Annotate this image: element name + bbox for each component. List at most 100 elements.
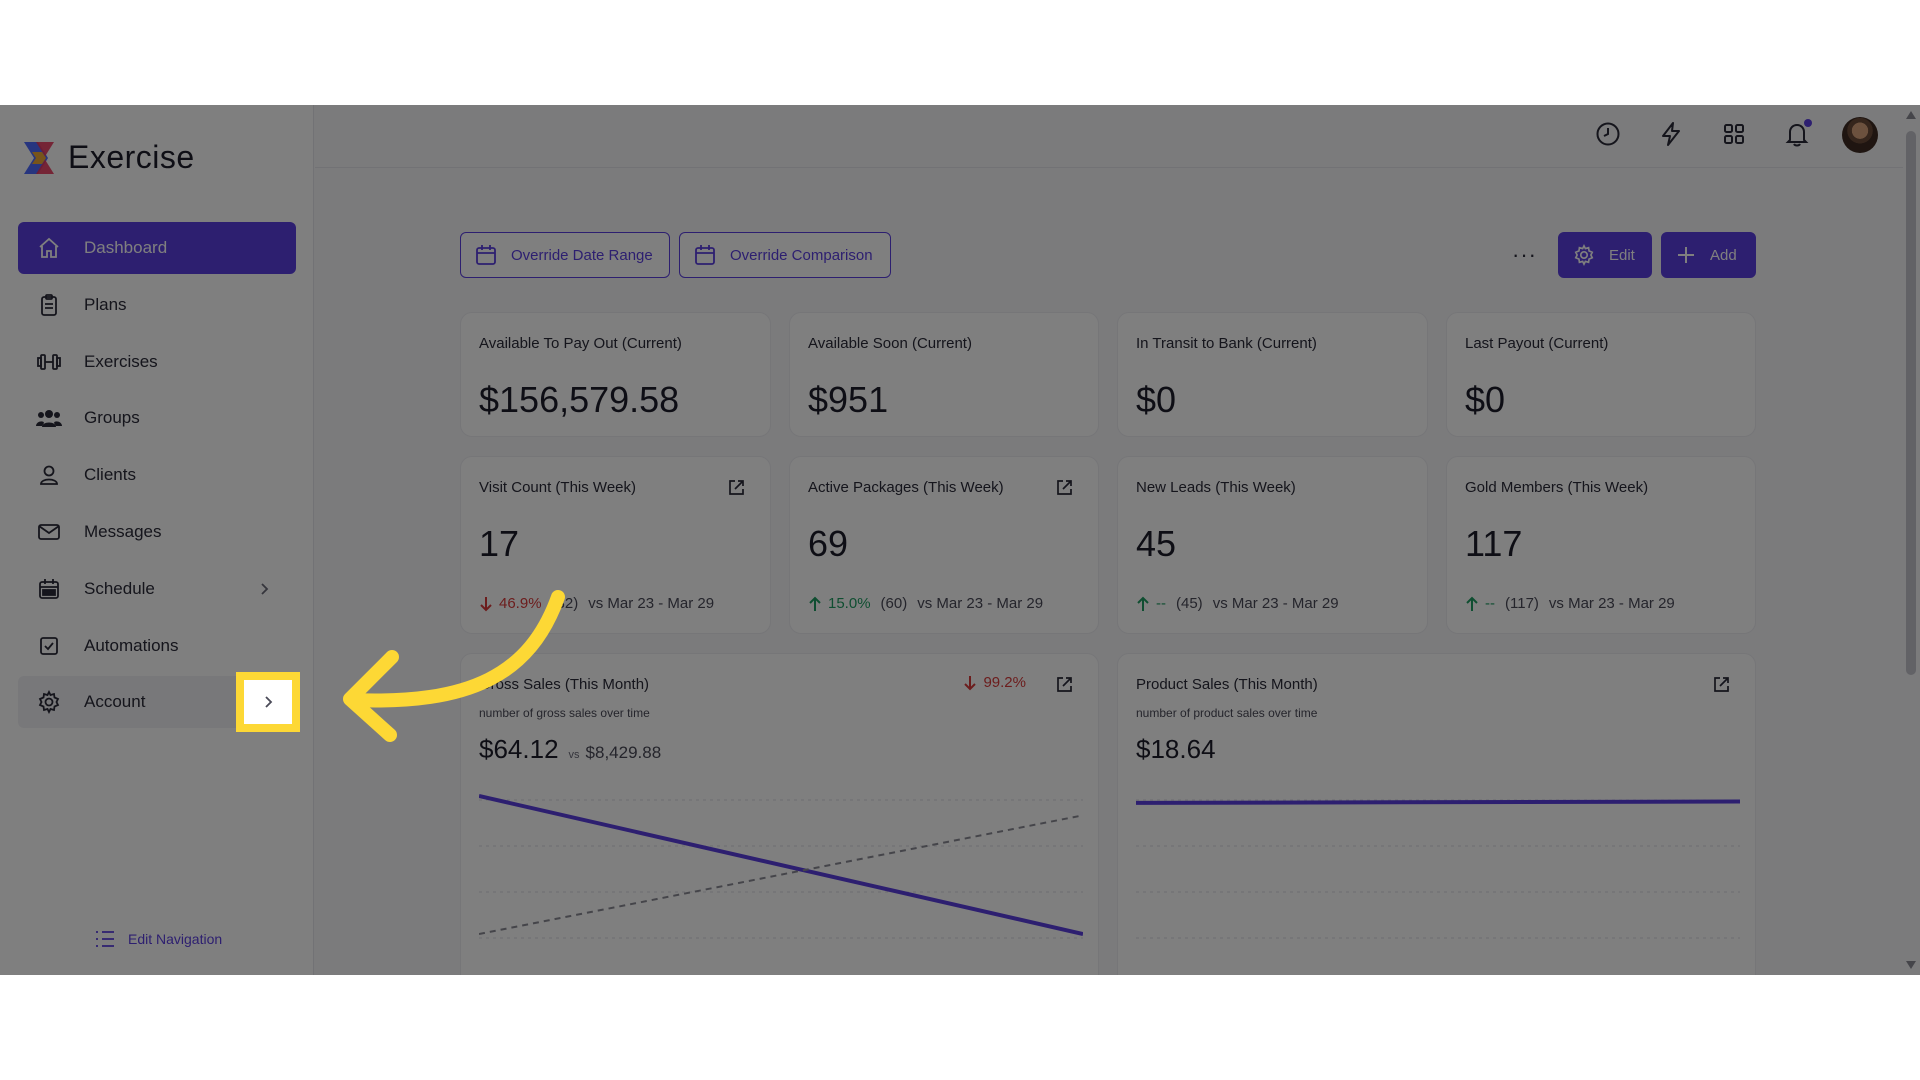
dumbbell-icon	[36, 349, 62, 375]
sidebar-item-label: Exercises	[84, 351, 158, 371]
top-bar	[315, 105, 1905, 168]
add-label: Add	[1710, 246, 1737, 264]
summary-card: Last Payout (Current) $0	[1446, 312, 1756, 437]
change-percent: 99.2%	[983, 674, 1026, 691]
sidebar-item-messages[interactable]: Messages	[18, 506, 296, 558]
card-label: Last Payout (Current)	[1465, 335, 1609, 352]
chevron-right-icon[interactable]	[254, 579, 274, 599]
tutorial-arrow-icon	[343, 590, 565, 742]
sidebar-item-exercises[interactable]: Exercises	[18, 336, 296, 388]
clipboard-icon	[36, 292, 62, 318]
sidebar-item-dashboard[interactable]: Dashboard	[18, 222, 296, 274]
override-date-range-label: Override Date Range	[511, 246, 653, 264]
card-value: 117	[1465, 523, 1523, 564]
sidebar-item-label: Dashboard	[84, 238, 168, 257]
comparison-period-series-line	[479, 814, 1083, 935]
product-sales-chart-card: Product Sales (This Month) number of pro…	[1117, 653, 1756, 975]
edit-button[interactable]: Edit	[1558, 232, 1652, 278]
change-percent: --	[1156, 595, 1166, 612]
notification-dot	[1804, 119, 1812, 127]
external-link-icon[interactable]	[1054, 478, 1074, 498]
summary-card: Available To Pay Out (Current) $156,579.…	[460, 312, 771, 437]
sidebar-item-label: Account	[84, 692, 146, 712]
card-comparison: -- (117) vs Mar 23 - Mar 29	[1465, 595, 1675, 612]
card-label: Visit Count (This Week)	[479, 479, 636, 496]
previous-value: (45)	[1176, 595, 1203, 612]
add-button[interactable]: Add	[1661, 232, 1756, 278]
card-value: $0	[1136, 379, 1177, 420]
override-comparison-label: Override Comparison	[730, 246, 873, 264]
gear-icon	[1574, 244, 1594, 266]
checkbox-icon	[36, 633, 62, 659]
avatar[interactable]	[1842, 117, 1878, 153]
sidebar-item-groups[interactable]: Groups	[18, 392, 296, 444]
clock-icon[interactable]	[1593, 119, 1623, 149]
card-value: 69	[808, 523, 849, 564]
list-icon	[96, 931, 114, 947]
comparison-range: vs Mar 23 - Mar 29	[588, 595, 715, 612]
app-name: Exercise	[68, 139, 195, 175]
calendar-icon	[476, 245, 496, 265]
vs-label: vs	[568, 749, 580, 761]
external-link-icon[interactable]	[1711, 675, 1731, 695]
edit-navigation-link[interactable]: Edit Navigation	[94, 929, 222, 949]
app-window: Exercise Dashboard Plans Exercises Group…	[0, 105, 1920, 975]
scroll-up-arrow[interactable]	[1906, 111, 1916, 119]
scroll-down-arrow[interactable]	[1906, 961, 1916, 969]
previous-value: (60)	[880, 595, 908, 612]
card-value: 45	[1136, 523, 1177, 564]
sidebar-item-label: Groups	[84, 408, 140, 428]
sidebar-item-clients[interactable]: Clients	[18, 449, 296, 501]
card-label: New Leads (This Week)	[1136, 479, 1296, 496]
card-label: In Transit to Bank (Current)	[1136, 335, 1317, 352]
mail-icon	[36, 519, 62, 545]
previous-value: (117)	[1505, 595, 1539, 612]
apps-grid-icon[interactable]	[1719, 119, 1749, 149]
user-icon	[36, 462, 62, 488]
lightning-icon[interactable]	[1656, 119, 1686, 149]
sidebar-item-automations[interactable]: Automations	[18, 620, 296, 672]
vertical-scrollbar[interactable]	[1903, 105, 1920, 975]
card-label: Available Soon (Current)	[808, 335, 972, 352]
summary-card: In Transit to Bank (Current) $0	[1117, 312, 1428, 437]
card-comparison: 15.0% (60) vs Mar 23 - Mar 29	[808, 595, 1043, 612]
account-expand-button[interactable]	[236, 672, 300, 732]
override-date-range-button[interactable]: Override Date Range	[460, 232, 670, 278]
edit-label: Edit	[1609, 246, 1635, 264]
sidebar-item-plans[interactable]: Plans	[18, 279, 296, 331]
logo-icon	[22, 140, 56, 176]
more-options-button[interactable]: ···	[1512, 242, 1537, 268]
calendar-icon	[695, 245, 715, 265]
metric-card: Gold Members (This Week) 117 -- (117) vs…	[1446, 456, 1756, 634]
sidebar-item-label: Clients	[84, 465, 136, 485]
current-period-series-line	[479, 794, 1083, 936]
scrollbar-thumb[interactable]	[1906, 131, 1916, 675]
sidebar-item-label: Messages	[84, 521, 162, 541]
bell-icon[interactable]	[1782, 119, 1812, 149]
override-comparison-button[interactable]: Override Comparison	[679, 232, 891, 278]
comparison-range: vs Mar 23 - Mar 29	[1212, 595, 1339, 612]
card-label: Gold Members (This Week)	[1465, 479, 1649, 496]
current-period-series-line	[1136, 799, 1740, 805]
card-comparison: -- (45) vs Mar 23 - Mar 29	[1136, 595, 1339, 612]
chart-subtitle: number of product sales over time	[1136, 706, 1318, 720]
chart-current-value: $18.64	[1136, 734, 1216, 764]
arrow-up-icon	[1137, 596, 1149, 611]
app-logo[interactable]: Exercise	[22, 139, 195, 176]
plus-icon	[1678, 247, 1694, 263]
chart-value: $18.64	[1136, 734, 1216, 765]
sidebar-item-label: Plans	[84, 294, 127, 314]
external-link-icon[interactable]	[1054, 675, 1074, 695]
users-icon	[36, 405, 62, 431]
arrow-up-icon	[809, 596, 821, 611]
calendar-icon	[36, 576, 62, 602]
home-icon	[36, 235, 62, 261]
sidebar: Exercise Dashboard Plans Exercises Group…	[0, 105, 314, 975]
metric-card: New Leads (This Week) 45 -- (45) vs Mar …	[1117, 456, 1428, 634]
metric-card: Active Packages (This Week) 69 15.0% (60…	[789, 456, 1099, 634]
card-value: 17	[479, 523, 520, 564]
external-link-icon[interactable]	[726, 478, 746, 498]
sidebar-item-schedule[interactable]: Schedule	[18, 563, 296, 615]
chart-change: 99.2%	[963, 674, 1026, 691]
product-sales-line-chart	[1136, 799, 1740, 939]
